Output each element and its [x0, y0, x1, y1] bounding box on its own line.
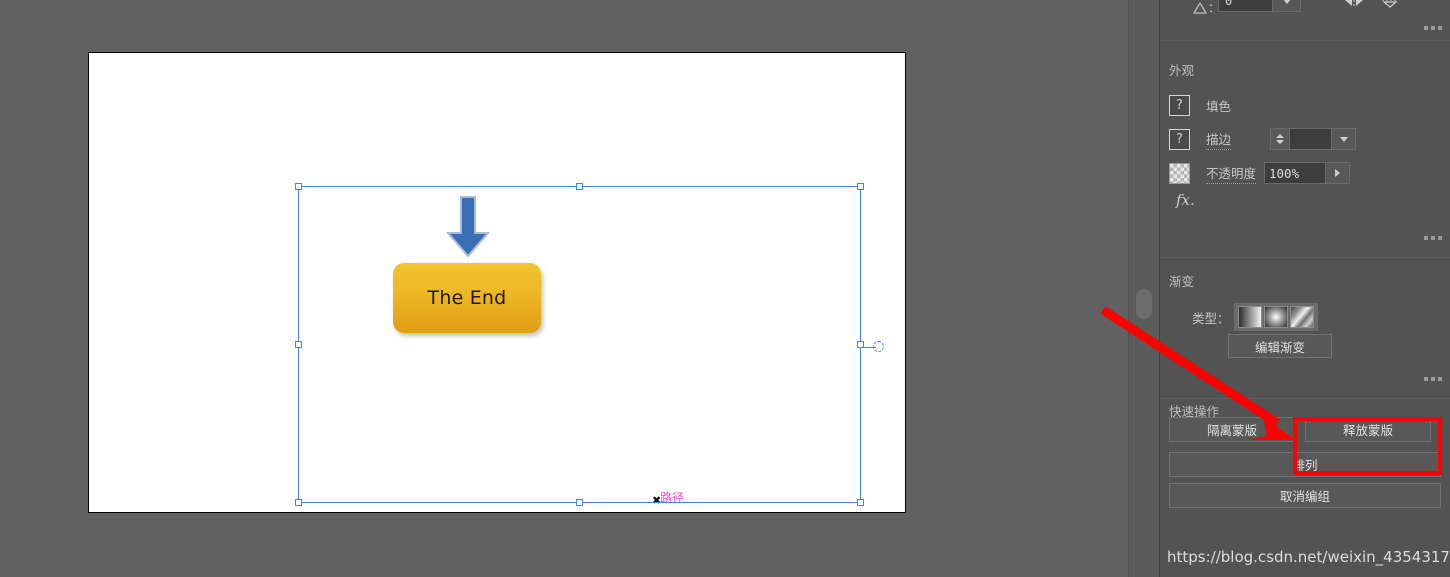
- fill-swatch[interactable]: ?: [1169, 94, 1190, 116]
- gradient-type-buttons: [1233, 303, 1318, 331]
- selection-handle-bottom-center[interactable]: [575, 499, 583, 506]
- gradient-annotator-widget[interactable]: [861, 341, 885, 354]
- opacity-row[interactable]: 不透明度 100%: [1160, 159, 1450, 187]
- fill-label: 填色: [1206, 98, 1232, 114]
- selection-handle-top-right[interactable]: [857, 183, 864, 190]
- gradient-type-label: 类型：: [1192, 310, 1230, 326]
- dot: [1424, 26, 1428, 30]
- properties-panel: ： 0° 外观 ? 填色 ? 描边 不透明度 100% fx. 渐变 类型： 编…: [1160, 0, 1450, 577]
- flip-vertical-icon[interactable]: [1379, 0, 1401, 9]
- gradient-title: 渐变: [1169, 274, 1195, 289]
- appearance-section: 外观 ? 填色 ? 描边 不透明度 100% fx.: [1160, 46, 1450, 240]
- shear-angle-input[interactable]: 0°: [1218, 0, 1273, 12]
- chevron-down-icon: [1339, 136, 1348, 142]
- transform-row: ： 0°: [1160, 0, 1450, 30]
- radial-gradient-type-button[interactable]: [1263, 306, 1288, 328]
- fx-row[interactable]: fx.: [1160, 187, 1450, 213]
- chevron-down-icon: [1276, 140, 1284, 144]
- gradient-section: 渐变 类型： 编辑渐变: [1160, 264, 1450, 381]
- chevron-down-icon: [1282, 0, 1291, 4]
- selection-bounding-box[interactable]: [295, 183, 864, 506]
- dot: [1431, 236, 1435, 240]
- quick-actions-row: 隔离蒙版 释放蒙版: [1169, 417, 1441, 442]
- flip-horizontal-icon[interactable]: [1343, 0, 1365, 9]
- opacity-options-button[interactable]: [1326, 162, 1350, 184]
- transform-panel-menu[interactable]: [1424, 26, 1442, 30]
- path-label: 路径: [660, 491, 685, 505]
- stroke-weight-dropdown[interactable]: [1332, 128, 1356, 150]
- gradient-panel-menu[interactable]: [1424, 377, 1442, 381]
- down-arrow-shape[interactable]: [444, 196, 492, 258]
- stroke-weight-group[interactable]: [1270, 128, 1356, 150]
- gradient-type-row: 类型：: [1160, 303, 1450, 331]
- dot: [1431, 26, 1435, 30]
- selection-handle-top-center[interactable]: [575, 183, 583, 190]
- selection-handle-middle-left[interactable]: [295, 340, 302, 348]
- freeform-gradient-type-button[interactable]: [1289, 306, 1314, 328]
- stroke-label: 描边: [1206, 129, 1232, 150]
- release-mask-button[interactable]: 释放蒙版: [1305, 417, 1431, 442]
- opacity-label: 不透明度: [1206, 163, 1257, 184]
- watermark-url: https://blog.csdn.net/weixin_43543177: [1167, 548, 1450, 566]
- panel-collapse-handle[interactable]: [1136, 289, 1152, 319]
- selection-handle-middle-right[interactable]: [857, 340, 864, 348]
- arrange-button[interactable]: 排列: [1169, 452, 1441, 477]
- dot: [1438, 377, 1442, 381]
- opacity-input[interactable]: 100%: [1264, 162, 1326, 184]
- gradient-annotator-line: [861, 347, 876, 348]
- opacity-swatch[interactable]: [1169, 162, 1190, 184]
- edit-gradient-button[interactable]: 编辑渐变: [1228, 334, 1332, 358]
- the-end-shape[interactable]: The End: [393, 263, 541, 333]
- shear-angle-dropdown[interactable]: [1273, 0, 1301, 12]
- selection-handle-bottom-right[interactable]: [857, 499, 864, 506]
- appearance-title: 外观: [1169, 63, 1195, 78]
- shear-angle-icon: [1193, 2, 1207, 14]
- stroke-row[interactable]: ? 描边: [1160, 125, 1450, 153]
- selection-handle-top-left[interactable]: [295, 183, 302, 190]
- stroke-weight-input[interactable]: [1290, 128, 1332, 150]
- the-end-label: The End: [427, 287, 507, 309]
- dot: [1438, 26, 1442, 30]
- opacity-group[interactable]: 100%: [1264, 162, 1350, 184]
- ungroup-button[interactable]: 取消编组: [1169, 483, 1441, 508]
- appearance-panel-menu[interactable]: [1424, 236, 1442, 240]
- stroke-swatch[interactable]: ?: [1169, 128, 1190, 150]
- linear-gradient-type-button[interactable]: [1237, 306, 1262, 328]
- dot: [1438, 236, 1442, 240]
- down-arrow-icon: [445, 196, 491, 258]
- divider: [1160, 257, 1450, 258]
- quick-actions-section: 快速操作 隔离蒙版 释放蒙版 排列 取消编组: [1160, 388, 1450, 508]
- anchor-point-marker[interactable]: ✖: [652, 496, 661, 507]
- chevron-up-icon: [1276, 134, 1284, 138]
- fx-icon[interactable]: fx.: [1176, 191, 1195, 209]
- artboard[interactable]: The End 路径 ✖: [88, 52, 906, 513]
- canvas-area[interactable]: The End 路径 ✖: [0, 0, 1128, 577]
- fill-row[interactable]: ? 填色: [1160, 91, 1450, 119]
- chevron-right-icon: [1335, 169, 1340, 177]
- stroke-weight-stepper[interactable]: [1270, 128, 1290, 150]
- selection-handle-bottom-left[interactable]: [295, 499, 302, 506]
- gradient-annotator-endpoint[interactable]: [873, 341, 884, 352]
- application-window: The End 路径 ✖ ： 0° 外观 ? 填色 ? 描边 不透明度 100%…: [0, 0, 1450, 577]
- quick-actions-title: 快速操作: [1169, 404, 1220, 419]
- divider: [1160, 40, 1450, 41]
- dot: [1431, 377, 1435, 381]
- isolate-mask-button[interactable]: 隔离蒙版: [1169, 417, 1295, 442]
- dot: [1424, 236, 1428, 240]
- dot: [1424, 377, 1428, 381]
